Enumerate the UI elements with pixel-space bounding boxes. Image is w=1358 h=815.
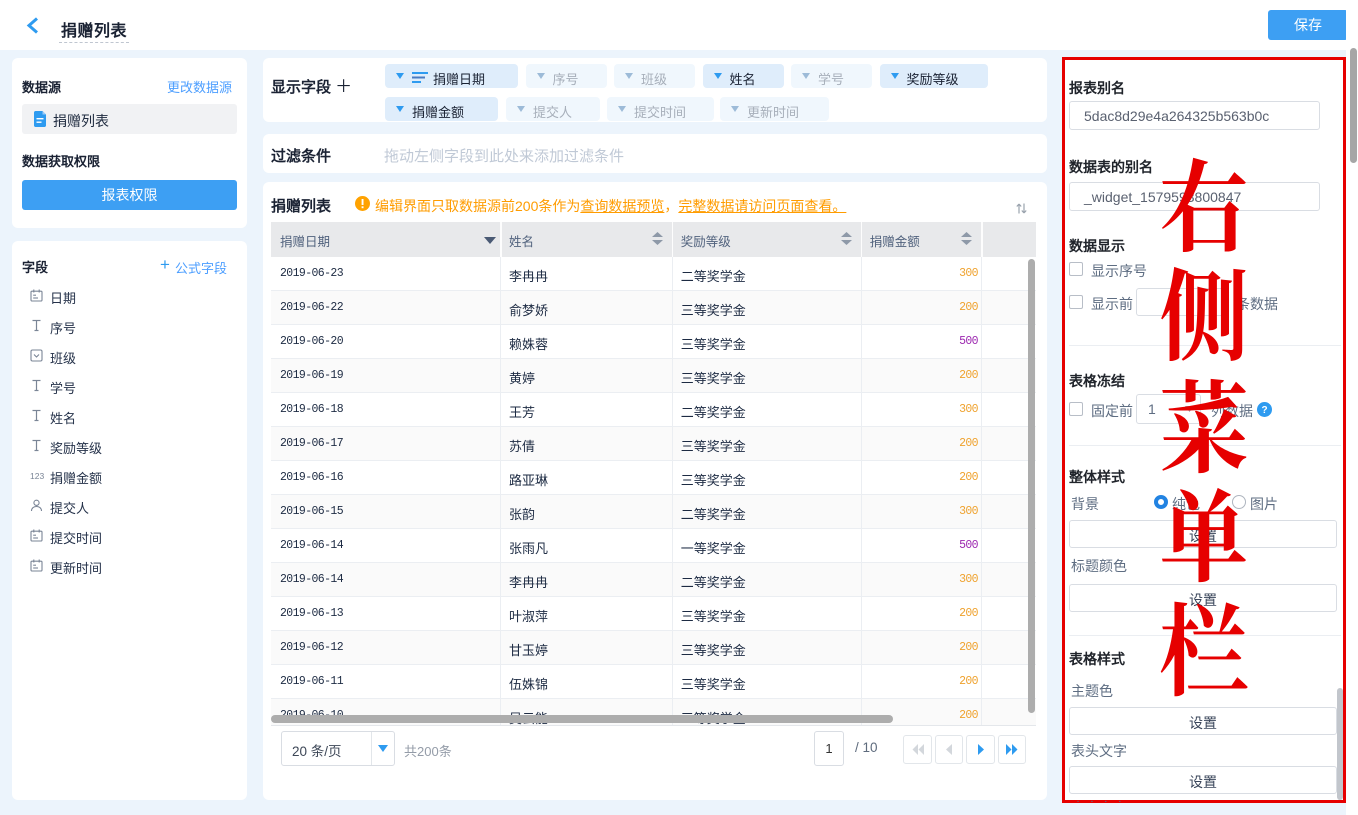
svg-text:?: ?: [1261, 405, 1267, 416]
svg-text:123: 123: [30, 471, 44, 481]
